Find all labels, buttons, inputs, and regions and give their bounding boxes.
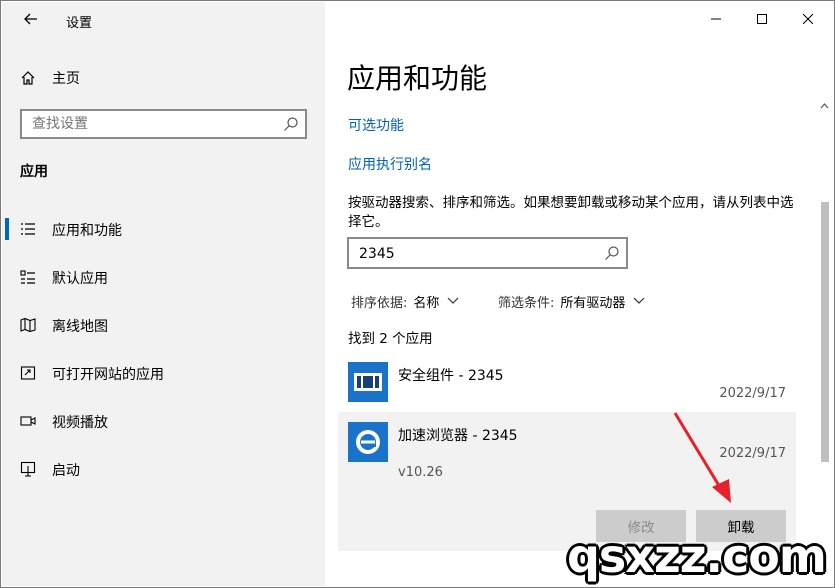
page-title: 应用和功能 [347,62,488,95]
sort-key: 排序依据: [351,295,408,311]
chevron-down-icon [633,297,645,304]
filter-key: 筛选条件: [498,295,555,311]
annotation-arrow [673,412,731,503]
sidebar: 设置 主页 应用 应用和功能 默认应用 离线地图 可打开网站的应用 视 [2,2,325,586]
search-icon [284,117,298,131]
startup-icon [20,461,36,477]
sidebar-item-label: 启动 [52,463,80,479]
sidebar-item-label: 应用和功能 [52,223,122,239]
minimize-button[interactable] [693,5,739,33]
settings-search[interactable] [20,109,307,139]
results-count: 找到 2 个应用 [348,331,433,347]
sidebar-item-label: 默认应用 [52,271,108,287]
optional-features-link[interactable]: 可选功能 [348,115,404,135]
sidebar-item-label: 视频播放 [52,415,108,431]
open-window-icon [20,366,36,380]
sidebar-item-home[interactable]: 主页 [20,66,80,90]
back-button[interactable] [20,8,42,30]
watermark: qsxzz.com [567,529,827,583]
minimize-icon [711,18,721,20]
app-search-input[interactable] [359,245,589,263]
app-list-item[interactable]: 安全组件 - 2345 2022/9/17 [338,353,796,411]
sidebar-item-offline-maps[interactable]: 离线地图 [2,310,325,340]
app-search[interactable] [347,237,628,269]
home-label: 主页 [52,71,80,87]
close-icon [803,14,813,24]
search-icon [605,246,619,260]
filter-description: 按驱动器搜索、排序和筛选。如果想要卸载或移动某个应用，请从列表中选择它。 [348,195,794,230]
sidebar-item-video-playback[interactable]: 视频播放 [2,406,325,436]
settings-search-input[interactable] [32,115,272,133]
security-component-icon [348,362,388,402]
close-button[interactable] [785,5,831,33]
default-apps-icon [20,270,35,284]
sort-dropdown[interactable]: 排序依据: 名称 [351,291,459,311]
back-arrow-icon [24,13,37,25]
home-icon [21,71,35,85]
maximize-button[interactable] [739,5,785,33]
app-execution-alias-link[interactable]: 应用执行别名 [348,154,432,174]
scrollbar[interactable] [818,98,831,586]
map-icon [20,317,36,333]
settings-window: 设置 主页 应用 应用和功能 默认应用 离线地图 可打开网站的应用 视 [0,0,835,588]
sidebar-item-apps-for-websites[interactable]: 可打开网站的应用 [2,358,325,388]
sidebar-item-startup[interactable]: 启动 [2,454,325,484]
drive-filter-dropdown[interactable]: 筛选条件: 所有驱动器 [498,291,645,311]
sidebar-item-label: 离线地图 [52,319,108,335]
app-install-date: 2022/9/17 [719,386,786,401]
window-title: 设置 [66,16,93,31]
section-title: 应用 [20,164,48,180]
browser-icon [348,422,388,462]
list-icon [21,223,35,235]
scroll-up-button[interactable] [818,98,831,114]
maximize-icon [757,14,767,24]
sidebar-item-apps-features[interactable]: 应用和功能 [2,214,325,244]
filter-value: 所有驱动器 [560,295,626,311]
video-icon [20,416,36,426]
app-version: v10.26 [398,465,443,480]
scroll-thumb[interactable] [821,202,829,462]
chevron-down-icon [447,297,459,304]
sidebar-item-label: 可打开网站的应用 [52,367,164,383]
sort-value: 名称 [413,295,440,311]
app-name: 安全组件 - 2345 [398,368,504,384]
app-name: 加速浏览器 - 2345 [398,428,518,444]
sidebar-item-default-apps[interactable]: 默认应用 [2,262,325,292]
chevron-up-icon [820,103,829,109]
